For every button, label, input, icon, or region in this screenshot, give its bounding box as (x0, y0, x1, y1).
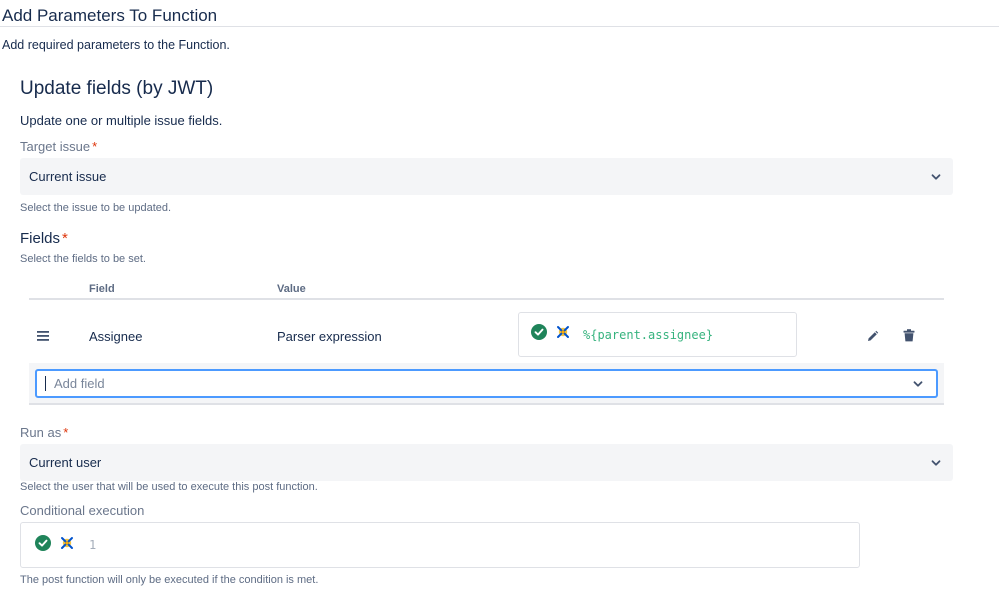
function-description: Update one or multiple issue fields. (20, 113, 223, 128)
fields-heading: Fields * (20, 230, 68, 247)
jwt-parser-icon (59, 535, 75, 556)
check-circle-icon (35, 534, 51, 556)
row-expression-box: %{parent.assignee} (518, 312, 797, 357)
run-as-label: Run as * (20, 425, 68, 440)
required-mark: * (63, 425, 69, 440)
page-title: Add Parameters To Function (2, 6, 218, 25)
page-description: Add required parameters to the Function. (2, 38, 230, 52)
run-as-label-text: Run as (20, 425, 62, 440)
conditional-expression-editor[interactable]: 1 (20, 522, 860, 568)
chevron-down-icon[interactable] (910, 376, 926, 392)
drag-handle-icon[interactable] (37, 328, 49, 346)
conditional-execution-help: The post function will only be executed … (20, 574, 319, 586)
row-expression: %{parent.assignee} (583, 327, 714, 342)
fields-help: Select the fields to be set. (20, 253, 146, 265)
target-issue-label-text: Target issue (20, 139, 91, 154)
column-header-value: Value (277, 283, 306, 295)
target-issue-value: Current issue (29, 169, 107, 184)
table-header-divider (29, 298, 944, 300)
delete-trash-icon[interactable] (898, 324, 920, 346)
target-issue-help: Select the issue to be updated. (20, 202, 172, 214)
function-title: Update fields (by JWT) (20, 78, 214, 99)
row-field-name: Assignee (89, 329, 143, 344)
required-mark: * (92, 139, 98, 154)
column-header-field: Field (89, 283, 115, 295)
target-issue-label: Target issue * (20, 139, 97, 154)
row-value-type: Parser expression (277, 329, 382, 344)
run-as-value: Current user (29, 455, 102, 470)
add-field-input[interactable] (52, 375, 910, 392)
jwt-parser-icon (555, 324, 571, 345)
text-cursor (45, 376, 46, 391)
edit-pencil-icon[interactable] (861, 325, 883, 347)
conditional-execution-label: Conditional execution (20, 503, 145, 518)
conditional-expression-value: 1 (89, 538, 97, 552)
required-mark: * (62, 230, 68, 247)
run-as-help: Select the user that will be used to exe… (20, 481, 318, 493)
title-divider (0, 26, 999, 27)
chevron-down-icon (928, 169, 944, 185)
chevron-down-icon (928, 455, 944, 471)
target-issue-select[interactable]: Current issue (20, 158, 953, 195)
run-as-select[interactable]: Current user (20, 444, 953, 481)
add-field-select[interactable] (35, 369, 938, 398)
fields-heading-text: Fields (20, 230, 61, 247)
check-circle-icon (531, 324, 547, 345)
